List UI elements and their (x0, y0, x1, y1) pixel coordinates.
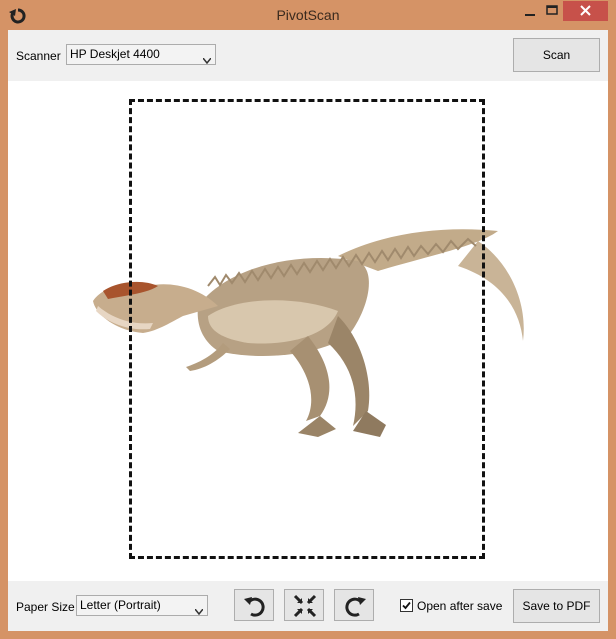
close-button[interactable] (563, 1, 608, 21)
scanner-label: Scanner (16, 49, 61, 63)
paper-size-select-value: Letter (Portrait) (80, 598, 161, 612)
scan-button[interactable]: Scan (513, 38, 600, 72)
rotate-right-icon (345, 597, 366, 617)
bottom-toolbar: Paper Size Letter (Portrait) Open after … (8, 581, 608, 631)
rotate-left-button[interactable] (234, 589, 274, 621)
paper-boundary[interactable] (129, 99, 485, 559)
fit-to-page-button[interactable] (284, 589, 324, 621)
rotate-right-button[interactable] (334, 589, 374, 621)
scanner-select-value: HP Deskjet 4400 (70, 47, 160, 61)
save-to-pdf-button[interactable]: Save to PDF (513, 589, 600, 623)
scan-preview-area[interactable] (8, 81, 608, 581)
app-window: PivotScan Scanner HP Deskjet 4400 Scan P… (0, 0, 616, 639)
open-after-save-label[interactable]: Open after save (417, 599, 502, 613)
client-area: Scanner HP Deskjet 4400 Scan Paper Size … (8, 30, 608, 631)
scanner-select[interactable]: HP Deskjet 4400 (66, 44, 216, 65)
check-icon (402, 601, 411, 610)
shrink-icon (293, 594, 317, 618)
maximize-button[interactable] (543, 0, 561, 22)
rotate-left-icon (244, 597, 265, 617)
paper-size-select[interactable]: Letter (Portrait) (76, 595, 208, 616)
scanner-toolbar: Scanner HP Deskjet 4400 Scan (8, 30, 608, 81)
chevron-down-icon (202, 51, 212, 65)
open-after-save-checkbox[interactable] (400, 599, 413, 612)
minimize-button[interactable] (517, 0, 543, 22)
chevron-down-icon (194, 602, 204, 616)
title-bar[interactable]: PivotScan (0, 0, 616, 30)
paper-size-label: Paper Size (16, 600, 75, 614)
